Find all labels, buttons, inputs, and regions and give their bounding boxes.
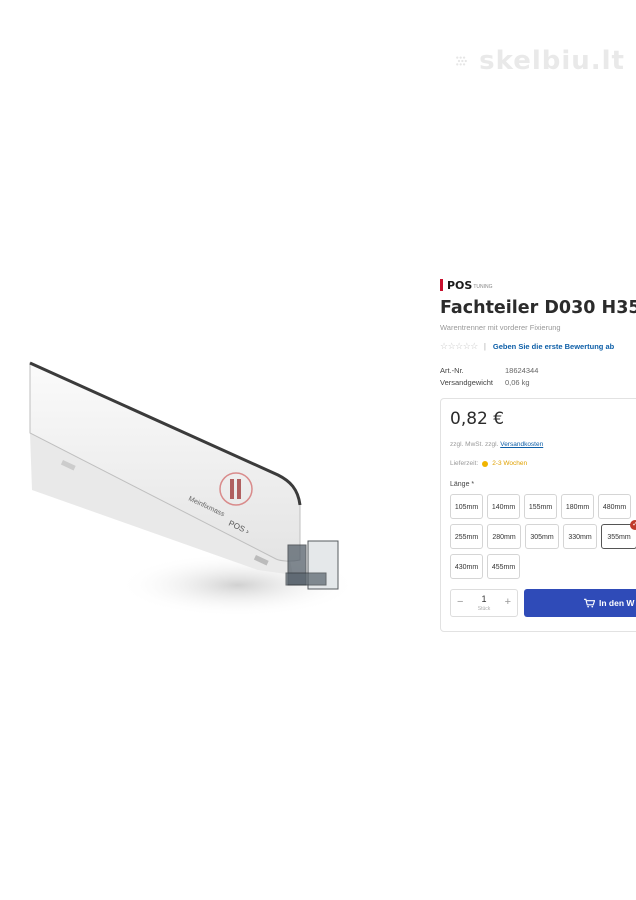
length-options: 105mm 140mm 155mm 180mm 480mm 255mm 280m… [450,494,636,584]
selected-check-icon: ✓ [630,520,636,530]
product-title: Fachteiler D030 H35 [440,298,636,318]
meta-row-article: Art.-Nr. 18624344 [440,364,538,376]
rating-stars-icon: ☆☆☆☆☆ [440,341,478,351]
tax-note: zzgl. MwSt. zzgl. Versandkosten [450,441,543,448]
watermark-logo-icon [456,56,467,66]
length-option-305mm[interactable]: 305mm [525,524,559,549]
length-option-430mm[interactable]: 430mm [450,554,483,579]
add-to-cart-button[interactable]: In den W [524,589,636,617]
meta-value: 0,06 kg [505,377,530,387]
cart-icon [584,598,595,608]
tax-note-text: zzgl. MwSt. zzgl. [450,441,499,448]
delivery-info: Lieferzeit: 2-3 Wochen [450,460,527,467]
length-option-280mm[interactable]: 280mm [487,524,521,549]
meta-label: Art.-Nr. [440,365,464,375]
rating-row: ☆☆☆☆☆ | Geben Sie die erste Bewertung ab [440,341,614,352]
length-option-355mm-selected[interactable]: 355mm ✓ [601,520,636,549]
buy-box: 0,82 € zzgl. MwSt. zzgl. Versandkosten L… [440,398,636,632]
quantity-increase-button[interactable]: + [505,596,511,608]
price: 0,82 € [450,409,505,429]
watermark-text: skelbiu.lt [479,46,625,76]
length-option-330mm[interactable]: 330mm [563,524,597,549]
length-option-480mm[interactable]: 480mm [598,494,631,519]
length-option-105mm[interactable]: 105mm [450,494,483,519]
meta-label: Versandgewicht [440,377,493,387]
rating-separator: | [483,342,486,351]
brand-tagline: TUNING [473,284,493,290]
length-option-155mm[interactable]: 155mm [524,494,557,519]
product-image: Meinfixmass POS › [29,361,358,617]
brand-name: POS [447,278,473,292]
product-subtitle: Warentrenner mit vorderer Fixierung [440,323,561,332]
length-label: Länge * [450,481,475,488]
length-option-455mm[interactable]: 455mm [487,554,520,579]
delivery-time: 2-3 Wochen [492,460,528,467]
product-detail-panel: POS TUNING Fachteiler D030 H35 Warentren… [440,278,636,638]
brand-logo: POS TUNING [440,278,493,292]
delivery-status-dot-icon [482,460,489,467]
product-meta: Art.-Nr. 18624344 Versandgewicht 0,06 kg [440,364,538,388]
delivery-label: Lieferzeit: [450,460,479,467]
meta-value: 18624344 [505,365,539,375]
add-to-cart-label: In den W [599,598,635,608]
shipping-costs-link[interactable]: Versandkosten [500,441,543,448]
length-option-180mm[interactable]: 180mm [561,494,594,519]
selected-option-label: 355mm [607,534,631,541]
meta-row-weight: Versandgewicht 0,06 kg [440,376,538,388]
length-option-255mm[interactable]: 255mm [450,524,483,549]
quantity-stepper[interactable]: − 1 Stück + [450,589,518,617]
write-review-link[interactable]: Geben Sie die erste Bewertung ab [493,342,614,351]
length-option-140mm[interactable]: 140mm [487,494,520,519]
brand-mark-icon [440,279,443,291]
watermark: skelbiu.lt [455,44,625,78]
